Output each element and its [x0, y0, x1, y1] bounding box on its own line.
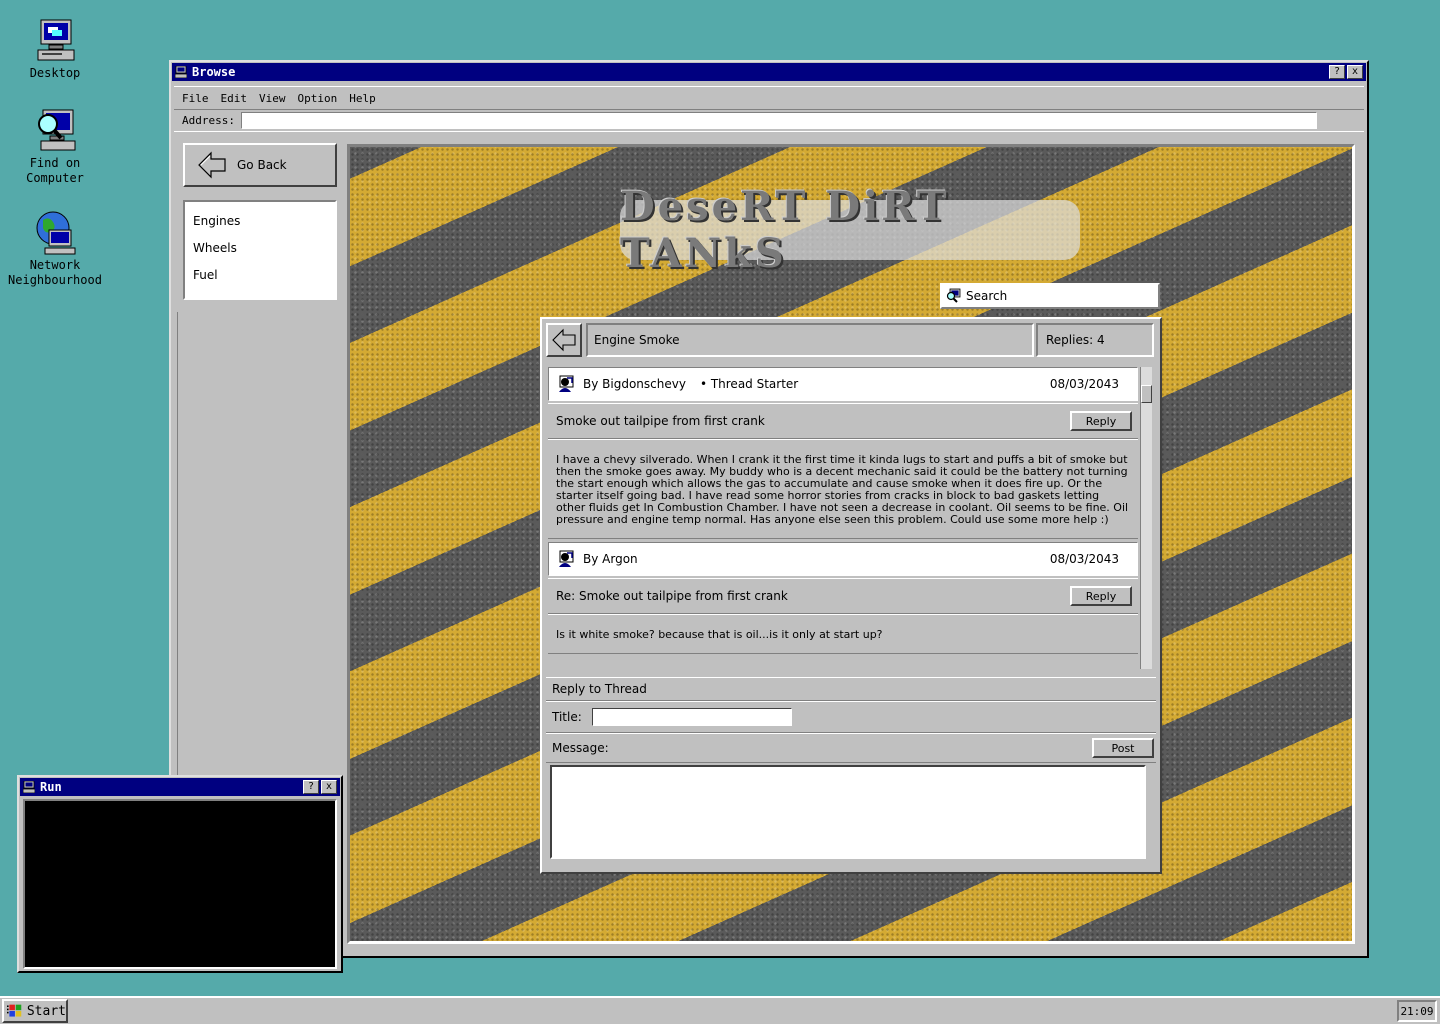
scrollbar-thumb[interactable]	[1141, 385, 1152, 403]
user-icon	[559, 375, 574, 392]
run-window: Run ? x	[17, 775, 343, 973]
desktop-icon-find-on-computer[interactable]: Find on Computer	[5, 108, 105, 186]
close-button[interactable]: x	[321, 780, 337, 794]
search-box[interactable]: Search	[940, 283, 1160, 309]
site-logo: DeseRT DiRT TANkS	[620, 183, 1080, 277]
go-back-label: Go Back	[237, 158, 287, 172]
title-label: Title:	[552, 710, 582, 724]
posts-scrollbar[interactable]	[1140, 367, 1152, 669]
globe-computer-icon	[36, 211, 76, 255]
taskbar: Start 21:09	[0, 996, 1440, 1024]
post-subject-row: Smoke out tailpipe from first crank Repl…	[548, 403, 1138, 439]
windows-logo-icon	[7, 1004, 22, 1017]
address-bar: Address:	[174, 110, 1364, 132]
post-subject-row: Re: Smoke out tailpipe from first crank …	[548, 578, 1138, 614]
thread-starter-badge: • Thread Starter	[699, 377, 799, 391]
nav-item-engines[interactable]: Engines	[193, 212, 327, 239]
title-input[interactable]	[591, 708, 792, 726]
message-textarea[interactable]	[550, 765, 1146, 859]
help-button[interactable]: ?	[1329, 65, 1345, 79]
menu-help[interactable]: Help	[349, 92, 376, 105]
reply-count: Replies: 4	[1036, 323, 1154, 357]
reply-button[interactable]: Reply	[1070, 411, 1132, 431]
web-content-frame: DeseRT DiRT TANkS Search Engine Smoke Re…	[347, 144, 1355, 944]
nav-item-wheels[interactable]: Wheels	[193, 239, 327, 266]
post-author[interactable]: By Argon	[583, 552, 638, 566]
reply-title-row: Title:	[546, 701, 1156, 733]
desktop-icon-label: Find on	[29, 156, 81, 170]
post-button[interactable]: Post	[1092, 738, 1154, 758]
post-body: Is it white smoke? because that is oil..…	[548, 614, 1138, 654]
desktop-icon-label: Desktop	[29, 66, 81, 80]
desktop-icon-network-neighbourhood[interactable]: Network Neighbourhood	[5, 210, 105, 288]
arrow-left-icon	[552, 328, 576, 352]
post: By Argon 08/03/2043 Re: Smoke out tailpi…	[548, 542, 1138, 654]
post-header: By Argon 08/03/2043	[548, 542, 1138, 576]
reply-button[interactable]: Reply	[1070, 586, 1132, 606]
search-label: Search	[966, 289, 1008, 303]
post-author[interactable]: By Bigdonschevy	[583, 377, 686, 391]
menu-bar: File Edit View Option Help	[174, 86, 1364, 110]
desktop-icon-label: Computer	[26, 171, 84, 185]
start-button[interactable]: Start	[2, 999, 68, 1023]
browse-window: Browse ? x File Edit View Option Help Ad…	[169, 60, 1369, 958]
menu-file[interactable]: File	[182, 92, 209, 105]
run-console[interactable]	[23, 799, 337, 969]
post-subject: Smoke out tailpipe from first crank	[556, 414, 765, 428]
menu-edit[interactable]: Edit	[221, 92, 248, 105]
post-date: 08/03/2043	[1049, 377, 1119, 391]
start-label: Start	[26, 1003, 66, 1019]
address-label: Address:	[182, 114, 235, 127]
desktop-icon-label: Neighbourhood	[8, 273, 102, 287]
search-icon	[946, 288, 961, 303]
thread-header: Engine Smoke Replies: 4	[546, 323, 1154, 359]
computer-icon	[37, 19, 75, 61]
post-date: 08/03/2043	[1049, 552, 1119, 566]
help-button[interactable]: ?	[303, 780, 319, 794]
category-list: Engines Wheels Fuel	[183, 200, 337, 300]
post-body: I have a chevy silverado. When I crank i…	[548, 439, 1138, 539]
arrow-left-icon	[198, 151, 226, 179]
menu-option[interactable]: Option	[298, 92, 338, 105]
window-title: Browse	[192, 65, 236, 79]
computer-icon	[175, 66, 187, 78]
thread-title: Engine Smoke	[586, 323, 1034, 357]
reply-form: Reply to Thread Title: Message: Post	[546, 677, 1156, 865]
browse-titlebar[interactable]: Browse ? x	[172, 63, 1366, 81]
computer-icon	[23, 781, 35, 793]
system-clock: 21:09	[1397, 1000, 1437, 1022]
message-label: Message:	[552, 741, 609, 755]
run-titlebar[interactable]: Run ? x	[20, 778, 340, 796]
address-input[interactable]	[240, 112, 1317, 129]
site-logo-text: DeseRT DiRT TANkS	[620, 183, 950, 277]
forum-thread-panel: Engine Smoke Replies: 4 By Bigdonschevy …	[540, 317, 1162, 874]
menu-view[interactable]: View	[259, 92, 286, 105]
post-header: By Bigdonschevy • Thread Starter 08/03/2…	[548, 367, 1138, 401]
post-subject: Re: Smoke out tailpipe from first crank	[556, 589, 788, 603]
nav-item-fuel[interactable]: Fuel	[193, 266, 327, 293]
user-icon	[559, 550, 574, 567]
window-title: Run	[40, 780, 62, 794]
magnifier-computer-icon	[38, 109, 76, 151]
reply-message-row: Message: Post	[546, 733, 1156, 763]
posts-list: By Bigdonschevy • Thread Starter 08/03/2…	[548, 367, 1152, 671]
close-button[interactable]: x	[1347, 65, 1363, 79]
reply-form-heading-row: Reply to Thread	[546, 677, 1156, 701]
desktop-icon-label: Network	[29, 258, 81, 272]
post: By Bigdonschevy • Thread Starter 08/03/2…	[548, 367, 1138, 539]
thread-back-button[interactable]	[546, 323, 582, 357]
reply-form-heading: Reply to Thread	[552, 682, 647, 696]
desktop-icon-desktop[interactable]: Desktop	[5, 18, 105, 81]
go-back-button[interactable]: Go Back	[183, 143, 337, 187]
